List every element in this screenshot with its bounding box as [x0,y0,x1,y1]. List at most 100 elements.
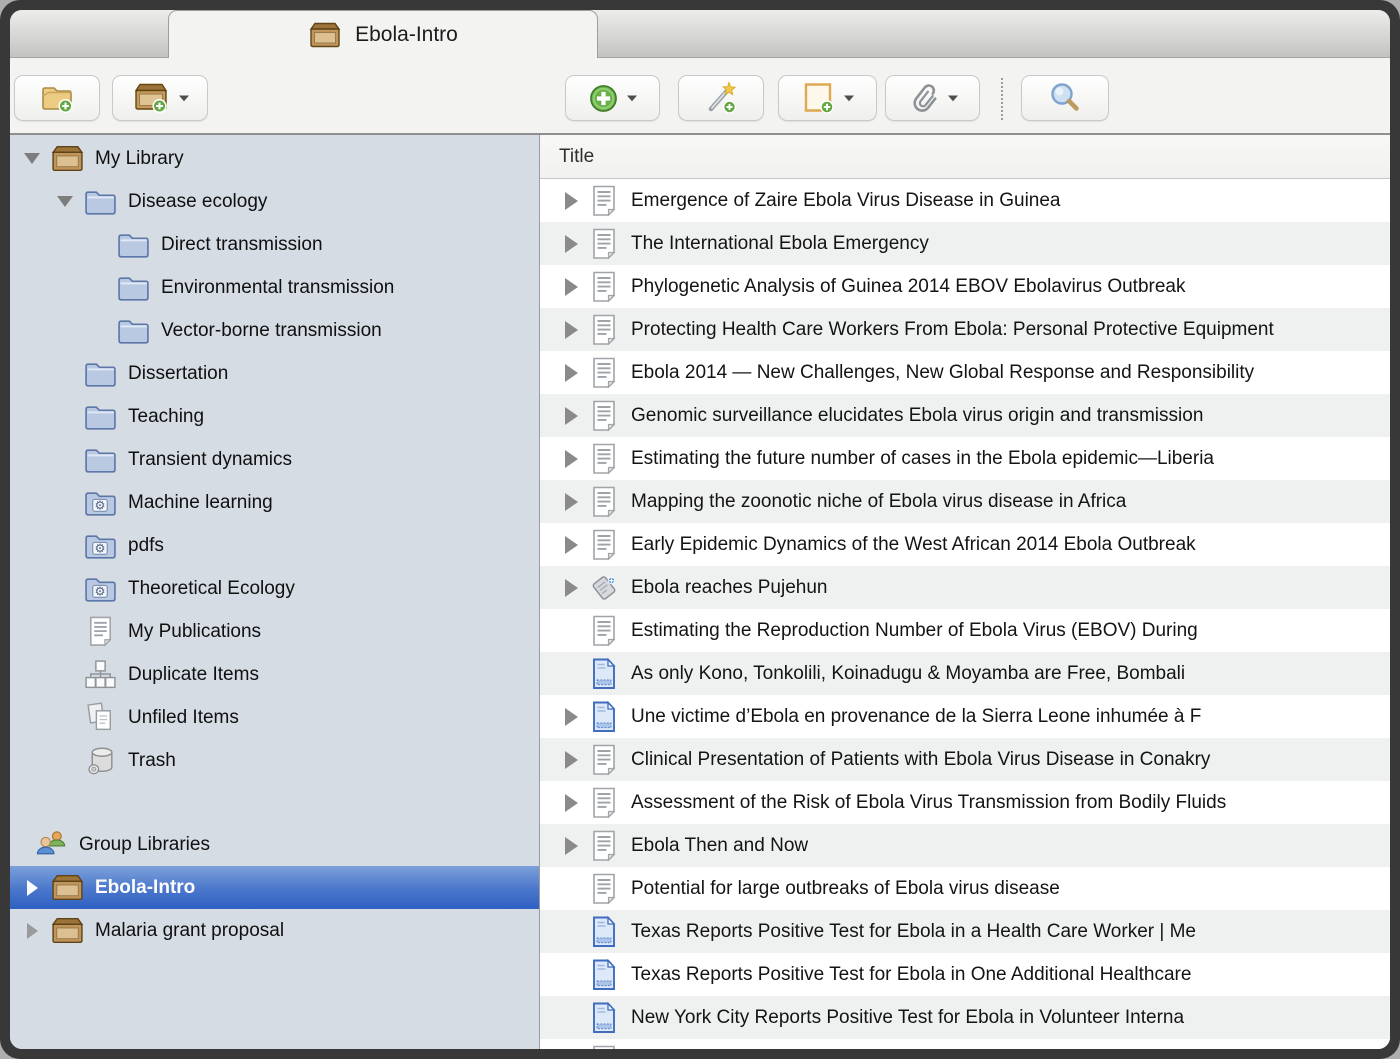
item-row[interactable]: Une victime d’Ebola en provenance de la … [540,695,1390,738]
item-title: Clinical Presentation of Patients with E… [631,749,1390,771]
svg-text:⚙: ⚙ [94,499,105,513]
document-icon [590,615,618,647]
item-row[interactable]: Emergence of Zaire Ebola Virus Disease i… [540,179,1390,222]
row-expand-triangle-icon[interactable] [561,708,581,726]
item-row[interactable]: Early Epidemic Dynamics of the West Afri… [540,523,1390,566]
disclosure-triangle-icon[interactable] [22,880,42,896]
document-icon [590,357,618,389]
item-row[interactable]: Estimating the Reproduction Number of Eb… [540,609,1390,652]
add-attachment-button[interactable] [885,75,980,121]
sidebar-item-label: Transient dynamics [128,449,292,471]
item-title: The International Ebola Emergency [631,233,1390,255]
item-title: Estimating the Reproduction Number of Eb… [631,620,1390,642]
item-title: Mapping the zoonotic niche of Ebola viru… [631,491,1390,513]
sidebar-item-duplicate-items[interactable]: Duplicate Items [10,653,539,696]
unfiled-icon [83,702,118,733]
group-icon [34,829,69,860]
tb-paperclip-icon [906,81,940,115]
library-icon [50,143,85,174]
sidebar-item-label: Trash [128,750,176,772]
new-collection-button[interactable] [14,75,100,121]
row-expand-triangle-icon[interactable] [561,192,581,210]
dropdown-caret-icon [626,94,638,102]
item-title: Ebola 2014 — New Challenges, New Global … [631,362,1390,384]
tb-green-plus-icon [588,83,619,114]
item-row[interactable]: Potential for large outbreaks of Ebola v… [540,867,1390,910]
add-by-identifier-button[interactable] [678,75,764,121]
sidebar-item-label: Teaching [128,406,204,428]
tb-box-plus-icon [131,81,171,115]
item-row[interactable]: Assessment of the Risk of Ebola Virus Tr… [540,781,1390,824]
item-row[interactable]: Estimating the future number of cases in… [540,437,1390,480]
sidebar-item-pdfs[interactable]: ⚙pdfs [10,524,539,567]
smart-folder-icon: ⚙ [83,573,118,604]
sidebar-item-teaching[interactable]: Teaching [10,395,539,438]
sidebar-item-unfiled-items[interactable]: Unfiled Items [10,696,539,739]
row-expand-triangle-icon[interactable] [561,493,581,511]
document-icon [590,185,618,217]
sidebar-item-group-libraries[interactable]: Group Libraries [10,823,539,866]
item-title: Protecting Health Care Workers From Ebol… [631,319,1390,341]
disclosure-triangle-icon[interactable] [55,196,75,207]
sidebar-item-dissertation[interactable]: Dissertation [10,352,539,395]
sidebar-item-machine-learning[interactable]: ⚙Machine learning [10,481,539,524]
sidebar-item-vector-borne-transmission[interactable]: Vector-borne transmission [10,309,539,352]
item-row[interactable]: New York City Reports Positive Test for … [540,996,1390,1039]
item-row[interactable]: Phylogenetic Analysis of Guinea 2014 EBO… [540,265,1390,308]
title-column-header[interactable]: Title [540,135,1390,179]
new-note-button[interactable] [778,75,877,121]
row-expand-triangle-icon[interactable] [561,364,581,382]
row-expand-triangle-icon[interactable] [561,235,581,253]
row-expand-triangle-icon[interactable] [561,450,581,468]
sidebar-item-my-publications[interactable]: My Publications [10,610,539,653]
item-title: Ebola reaches Pujehun [631,577,1390,599]
item-row[interactable]: Texas Reports Positive Test for Ebola in… [540,910,1390,953]
tb-folder-plus-icon [39,81,75,115]
advanced-search-button[interactable] [1021,75,1109,121]
sidebar-item-label: Duplicate Items [128,664,259,686]
sidebar-item-disease-ecology[interactable]: Disease ecology [10,180,539,223]
item-row[interactable]: Clinical Presentation of Patients with E… [540,738,1390,781]
library-icon [50,872,85,903]
document-icon [590,873,618,905]
smart-folder-icon: ⚙ [83,487,118,518]
item-row[interactable]: Protecting Health Care Workers From Ebol… [540,308,1390,351]
item-row[interactable]: Genomic surveillance elucidates Ebola vi… [540,394,1390,437]
item-row[interactable]: As only Kono, Tonkolili, Koinadugu & Moy… [540,652,1390,695]
toolbar [10,58,1390,135]
item-row[interactable]: Mapping the zoonotic niche of Ebola viru… [540,480,1390,523]
sidebar-item-environmental-transmission[interactable]: Environmental transmission [10,266,539,309]
item-title: Ebola Then and Now [631,835,1390,857]
sidebar-item-ebola-intro[interactable]: Ebola-Intro [10,866,539,909]
row-expand-triangle-icon[interactable] [561,751,581,769]
sidebar-item-my-library[interactable]: My Library [10,137,539,180]
new-library-button[interactable] [112,75,208,121]
row-expand-triangle-icon[interactable] [561,579,581,597]
item-row[interactable]: Texas Reports Positive Test for Ebola in… [540,953,1390,996]
new-item-button[interactable] [565,75,660,121]
row-expand-triangle-icon[interactable] [561,321,581,339]
sidebar-item-malaria-grant-proposal[interactable]: Malaria grant proposal [10,909,539,952]
row-expand-triangle-icon[interactable] [561,278,581,296]
sidebar-item-transient-dynamics[interactable]: Transient dynamics [10,438,539,481]
item-row[interactable]: Ebola 2014 — New Challenges, New Global … [540,351,1390,394]
folder-icon [116,272,151,303]
item-row[interactable] [540,1039,1390,1049]
disclosure-triangle-icon[interactable] [22,923,42,939]
disclosure-triangle-icon[interactable] [22,153,42,164]
sidebar-item-trash[interactable]: Trash [10,739,539,782]
item-row[interactable]: Ebola Then and Now [540,824,1390,867]
document-icon [590,271,618,303]
row-expand-triangle-icon[interactable] [561,837,581,855]
main-content: My LibraryDisease ecologyDirect transmis… [10,135,1390,1049]
item-title: Assessment of the Risk of Ebola Virus Tr… [631,792,1390,814]
sidebar-item-theoretical-ecology[interactable]: ⚙Theoretical Ecology [10,567,539,610]
row-expand-triangle-icon[interactable] [561,536,581,554]
item-row[interactable]: Ebola reaches Pujehun [540,566,1390,609]
document-icon [590,228,618,260]
sidebar-item-direct-transmission[interactable]: Direct transmission [10,223,539,266]
item-row[interactable]: The International Ebola Emergency [540,222,1390,265]
row-expand-triangle-icon[interactable] [561,407,581,425]
row-expand-triangle-icon[interactable] [561,794,581,812]
tab-ebola-intro[interactable]: Ebola-Intro [168,10,598,58]
